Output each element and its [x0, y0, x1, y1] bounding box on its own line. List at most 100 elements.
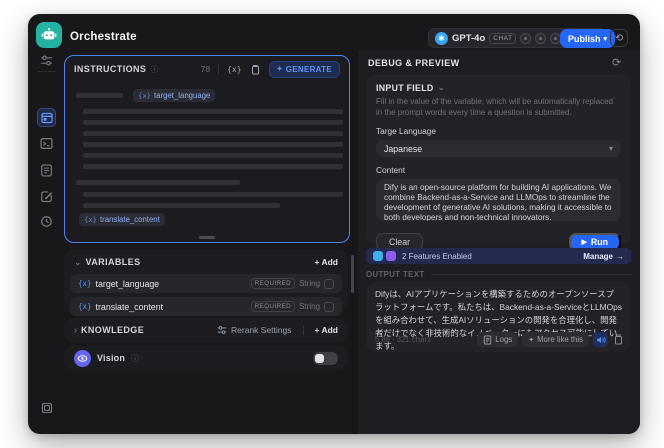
divider [218, 64, 220, 74]
required-badge: REQUIRED [250, 278, 296, 289]
variable-settings-icon[interactable] [324, 278, 334, 289]
variable-row[interactable]: {x} target_language REQUIRED String [70, 274, 342, 293]
rerank-settings-button[interactable]: Rerank Settings [217, 325, 292, 335]
rerank-label: Rerank Settings [231, 325, 292, 335]
chip-name: target_language [153, 91, 211, 100]
sidebar-item-settings[interactable] [39, 214, 54, 229]
speaker-icon[interactable] [593, 332, 608, 347]
sidebar-divider [38, 71, 55, 72]
divider [430, 274, 631, 275]
toggle-knob [315, 353, 324, 363]
skeleton-bar [83, 164, 343, 169]
content-label: Content [376, 165, 406, 175]
sparkle-icon: ✦ [276, 66, 283, 73]
variable-row[interactable]: {x} translate_content REQUIRED String [70, 297, 342, 316]
variable-name: translate_content [95, 301, 164, 312]
debug-panel: DEBUG & PREVIEW ⟳ INPUT FIELD ⌄ Fill in … [358, 50, 640, 434]
skeleton-bar [83, 131, 343, 136]
copy-icon[interactable] [250, 64, 260, 75]
page-title: Orchestrate [70, 31, 137, 43]
add-knowledge-button[interactable]: + Add [315, 325, 339, 335]
sidebar-item-annotation[interactable] [39, 189, 54, 204]
variable-icon: {x} [78, 279, 92, 288]
refresh-icon[interactable]: ⟳ [612, 56, 621, 69]
orchestrate-icon [40, 112, 53, 123]
input-field-header[interactable]: INPUT FIELD ⌄ [376, 82, 621, 93]
chevron-down-icon[interactable]: ⌄ [74, 257, 82, 268]
scrollbar[interactable] [351, 255, 354, 293]
robot-icon [41, 28, 57, 40]
logs-button[interactable]: Logs [477, 332, 519, 347]
info-icon: ⓘ [131, 353, 140, 363]
features-bar[interactable]: 2 Features Enabled Manage → [366, 248, 631, 264]
plus-icon: + [314, 325, 320, 335]
vision-section: Vision ⓘ [64, 346, 348, 370]
instructions-panel[interactable]: INSTRUCTIONS ⓘ 78 {x} ✦ GENERATE {x} tar… [64, 55, 350, 243]
chevron-down-icon: ▾ [608, 144, 613, 153]
skeleton-bar [83, 120, 343, 125]
logs-icon [484, 335, 492, 344]
logs-label: Logs [495, 335, 513, 344]
output-card: Difyは、AIアプリケーションを構築するためのオープンソースプラットフォームで… [366, 282, 631, 352]
more-like-this-label: More like this [537, 335, 583, 344]
input-field-card: INPUT FIELD ⌄ Fill in the value of the v… [366, 75, 631, 251]
generate-button[interactable]: ✦ GENERATE [268, 60, 340, 78]
output-header: OUTPUT TEXT [366, 270, 631, 279]
speech-feature-icon [373, 251, 383, 261]
insert-variable-icon[interactable]: {x} [227, 65, 241, 74]
sparkle-icon: ✦ [528, 336, 535, 344]
manage-label: Manage [583, 251, 613, 261]
prompt-variable-chip[interactable]: {x} translate_content [79, 213, 165, 226]
content-textarea[interactable]: Dify is an open-source platform for buil… [376, 179, 621, 221]
manage-features-button[interactable]: Manage → [583, 252, 624, 261]
chevron-right-icon[interactable]: › [74, 325, 77, 335]
add-label: Add [321, 257, 338, 267]
skeleton-bar [83, 142, 343, 147]
resize-handle[interactable] [199, 236, 215, 239]
required-badge: REQUIRED [250, 301, 296, 312]
app-logo[interactable] [36, 22, 62, 48]
knowledge-title: KNOWLEDGE [81, 325, 145, 335]
input-field-description: Fill in the value of the variable, which… [376, 97, 614, 117]
variable-settings-icon[interactable] [324, 301, 334, 312]
run-label: Run [590, 237, 608, 247]
publish-label: Publish [568, 33, 601, 44]
arrow-right-icon: → [616, 251, 624, 261]
model-feature-icon-2 [535, 32, 547, 44]
skeleton-bar [83, 109, 343, 114]
select-value: Japanese [384, 143, 423, 154]
add-label: Add [321, 325, 338, 335]
debug-title: DEBUG & PREVIEW [368, 58, 460, 68]
target-language-select[interactable]: Japanese ▾ [376, 140, 621, 157]
output-title: OUTPUT TEXT [366, 270, 425, 279]
vision-icon [74, 349, 91, 367]
info-icon: ⓘ [150, 64, 159, 74]
plus-icon: + [314, 257, 320, 267]
sidebar-collapse-icon[interactable] [39, 400, 54, 415]
publish-button[interactable]: Publish ▾ [560, 29, 616, 48]
sidebar-item-tools[interactable] [39, 53, 54, 68]
prompt-variable-chip[interactable]: {x} target_language [133, 89, 216, 102]
generate-label: GENERATE [285, 64, 332, 74]
chip-prefix: {x} [84, 215, 97, 224]
skeleton-bar [83, 153, 343, 158]
divider [302, 325, 304, 335]
sidebar-item-terminal[interactable] [39, 136, 54, 151]
model-name: GPT-4o [452, 32, 486, 44]
more-like-this-button[interactable]: ✦ More like this [522, 332, 589, 347]
target-language-label: Targe Language [376, 126, 436, 136]
history-icon[interactable]: ⟲ [610, 29, 628, 47]
knowledge-section: › KNOWLEDGE Rerank Settings + Add [64, 318, 348, 342]
copy-icon[interactable] [611, 333, 625, 347]
variable-icon: {x} [78, 302, 92, 311]
rerank-icon [217, 326, 227, 334]
variable-type: String [299, 279, 320, 288]
sidebar-item-logs[interactable] [39, 163, 54, 178]
citation-feature-icon [386, 251, 396, 261]
model-feature-icon-1 [520, 32, 532, 44]
add-variable-button[interactable]: + Add [315, 257, 339, 267]
app-window: Orchestrate ✱ GPT-4o CHAT Publish ▾ ⟲ IN… [28, 14, 640, 434]
vision-toggle[interactable] [313, 351, 338, 365]
chip-prefix: {x} [138, 91, 151, 100]
sidebar-item-orchestrate[interactable] [37, 108, 56, 127]
